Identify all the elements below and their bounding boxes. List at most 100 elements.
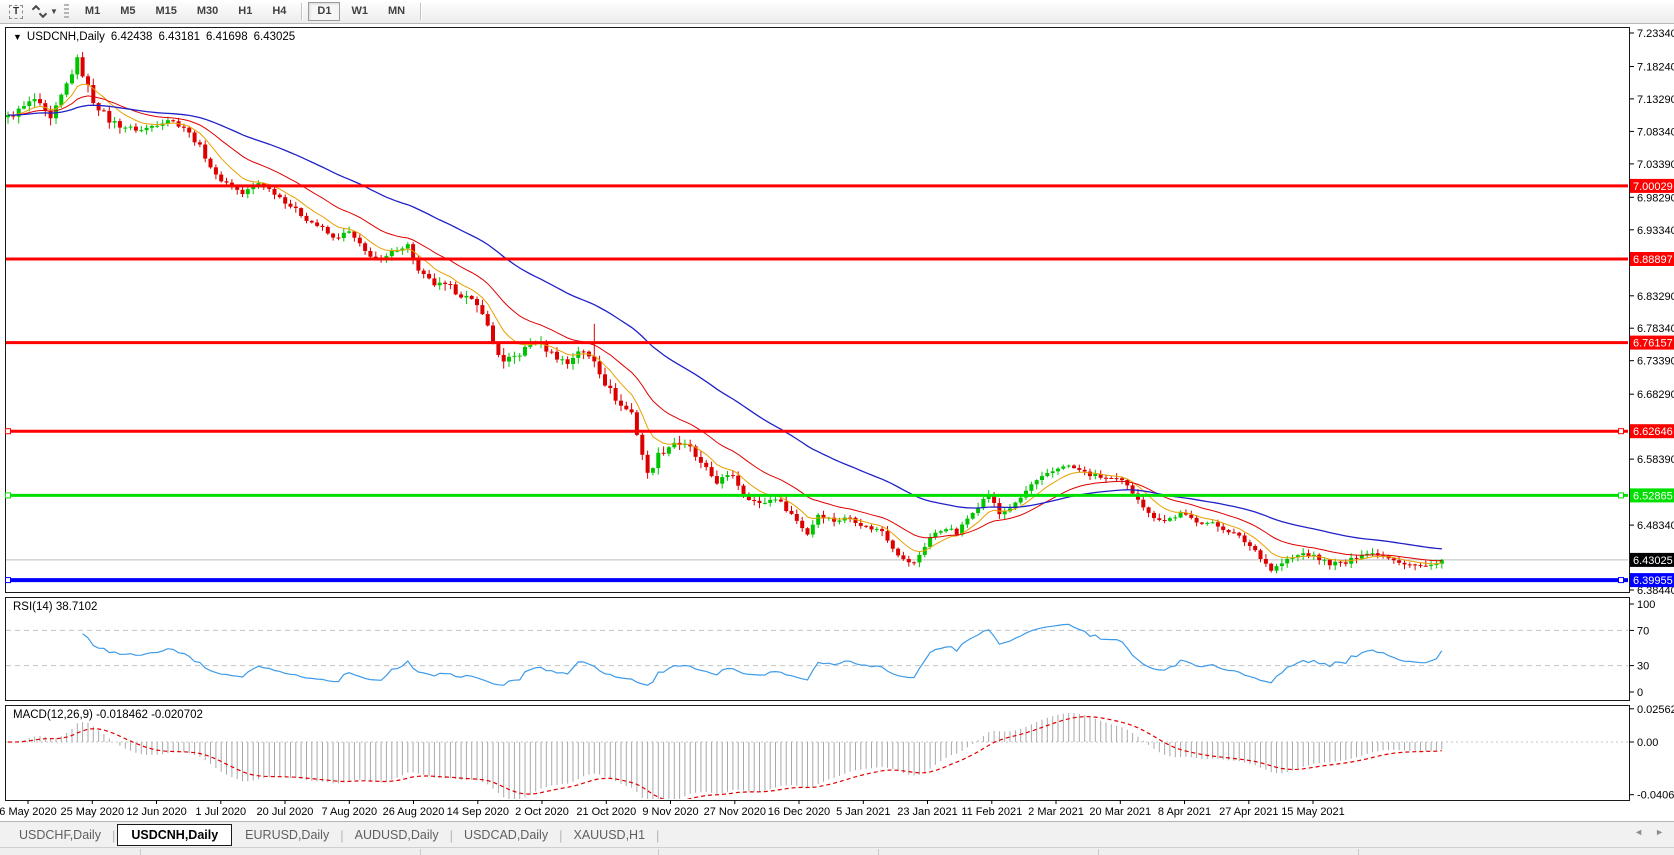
date-tick-label: 2 Oct 2020	[515, 806, 569, 818]
candle-body	[651, 468, 655, 473]
candle-body	[337, 238, 341, 239]
timeframe-m15-button[interactable]: M15	[146, 2, 185, 21]
candle-body	[187, 128, 191, 133]
candle-body	[997, 503, 1001, 514]
tab-xauusd-h1[interactable]: XAUUSD,H1	[562, 824, 656, 846]
candle-body	[1424, 566, 1428, 567]
top-toolbar: T ▼ M1 M5 M15 M30 H1 H4 D1 W1 MN	[0, 0, 1674, 24]
candle-body	[965, 519, 969, 525]
timeframe-h4-button[interactable]: H4	[263, 2, 295, 21]
candle-body	[512, 356, 516, 357]
candle-body	[1163, 520, 1167, 521]
candle-body	[779, 500, 783, 502]
tab-scroll-left-icon[interactable]: ◄	[1634, 827, 1643, 837]
candle-body	[800, 521, 804, 528]
candle-body	[1355, 558, 1359, 559]
candle-body	[352, 231, 356, 237]
candle-body	[774, 500, 778, 501]
candle-body	[870, 526, 874, 529]
candle-body	[1333, 562, 1337, 566]
collapse-caret-icon[interactable]: ▼	[13, 32, 22, 42]
candle-body	[246, 189, 250, 194]
candle-body	[289, 204, 293, 207]
price-tick-label: 6.98290	[1637, 192, 1674, 204]
candle-body	[1264, 559, 1268, 564]
candle-body	[598, 361, 602, 374]
candle-body	[518, 356, 522, 357]
candle-body	[1141, 500, 1145, 508]
candle-body	[1179, 513, 1183, 518]
tab-eurusd-daily[interactable]: EURUSD,Daily	[234, 824, 340, 846]
candle-body	[1019, 498, 1023, 503]
candle-body	[1419, 565, 1423, 566]
candle-body	[1072, 466, 1076, 469]
timeframe-h1-button[interactable]: H1	[229, 2, 261, 21]
candle-body	[1227, 530, 1231, 532]
candle-body	[406, 244, 410, 248]
macd-label: MACD(12,26,9) -0.018462 -0.020702	[13, 709, 203, 721]
candle-body	[1195, 518, 1199, 523]
candle-body	[390, 251, 394, 256]
candle-body	[459, 294, 463, 297]
tab-usdcnh-daily[interactable]: USDCNH,Daily	[117, 824, 232, 846]
candle-body	[86, 76, 90, 85]
price-tick-label: 6.93340	[1637, 225, 1674, 237]
candle-body	[1029, 484, 1033, 491]
candle-body	[768, 500, 772, 503]
candle-body	[736, 476, 740, 486]
timeframe-m5-button[interactable]: M5	[111, 2, 144, 21]
level-handle[interactable]	[1619, 429, 1624, 434]
candle-body	[1115, 478, 1119, 479]
level-handle[interactable]	[1619, 493, 1624, 498]
candle-body	[981, 499, 985, 508]
candle-body	[1040, 476, 1044, 480]
candle-body	[209, 159, 213, 168]
level-handle[interactable]	[6, 429, 11, 434]
price-tick-label: 6.83290	[1637, 291, 1674, 303]
level-handle[interactable]	[6, 578, 11, 583]
diagonal-arrows-icon	[32, 5, 47, 18]
timeframe-d1-button[interactable]: D1	[308, 2, 340, 21]
candle-body	[571, 358, 575, 364]
date-tick-label: 27 Apr 2021	[1219, 806, 1278, 818]
text-tool-button[interactable]: T	[3, 1, 29, 22]
level-handle[interactable]	[6, 493, 11, 498]
price-tick-label: 6.73390	[1637, 356, 1674, 368]
object-tool-button[interactable]: ▼	[31, 1, 59, 22]
candle-body	[560, 359, 564, 360]
macd-tick-label: 0.00	[1637, 737, 1658, 749]
candle-body	[214, 167, 218, 174]
chart-canvas[interactable]: 7.233407.182407.132907.083407.033906.982…	[0, 0, 1674, 821]
candle-body	[1413, 564, 1417, 565]
date-tick-label: 20 Mar 2021	[1089, 806, 1151, 818]
timeframe-w1-button[interactable]: W1	[342, 2, 377, 21]
candle-body	[203, 145, 207, 159]
tab-scroll-right-icon[interactable]: ►	[1655, 827, 1664, 837]
candle-body	[1221, 527, 1225, 531]
candle-body	[368, 251, 372, 257]
level-handle[interactable]	[1619, 578, 1624, 583]
price-tick-label: 7.08340	[1637, 126, 1674, 138]
timeframe-m30-button[interactable]: M30	[188, 2, 227, 21]
candle-body	[118, 121, 122, 128]
candle-body	[614, 388, 618, 401]
candle-body	[432, 278, 436, 285]
toolbar-grip	[64, 4, 69, 19]
candle-body	[416, 259, 420, 270]
candle-body	[806, 528, 810, 534]
candle-body	[1003, 511, 1007, 514]
timeframe-mn-button[interactable]: MN	[379, 2, 414, 21]
candle-body	[1083, 470, 1087, 472]
candle-body	[278, 195, 282, 198]
timeframe-m1-button[interactable]: M1	[76, 2, 109, 21]
candle-body	[1232, 532, 1236, 533]
candle-body	[901, 555, 905, 559]
candle-body	[1237, 533, 1241, 536]
candle-body	[1392, 558, 1396, 560]
candle-body	[1147, 507, 1151, 513]
tab-usdchf-daily[interactable]: USDCHF,Daily	[8, 824, 112, 846]
price-tick-label: 6.48340	[1637, 520, 1674, 532]
tab-usdcad-daily[interactable]: USDCAD,Daily	[453, 824, 559, 846]
tab-audusd-daily[interactable]: AUDUSD,Daily	[344, 824, 450, 846]
candle-body	[1051, 471, 1055, 473]
